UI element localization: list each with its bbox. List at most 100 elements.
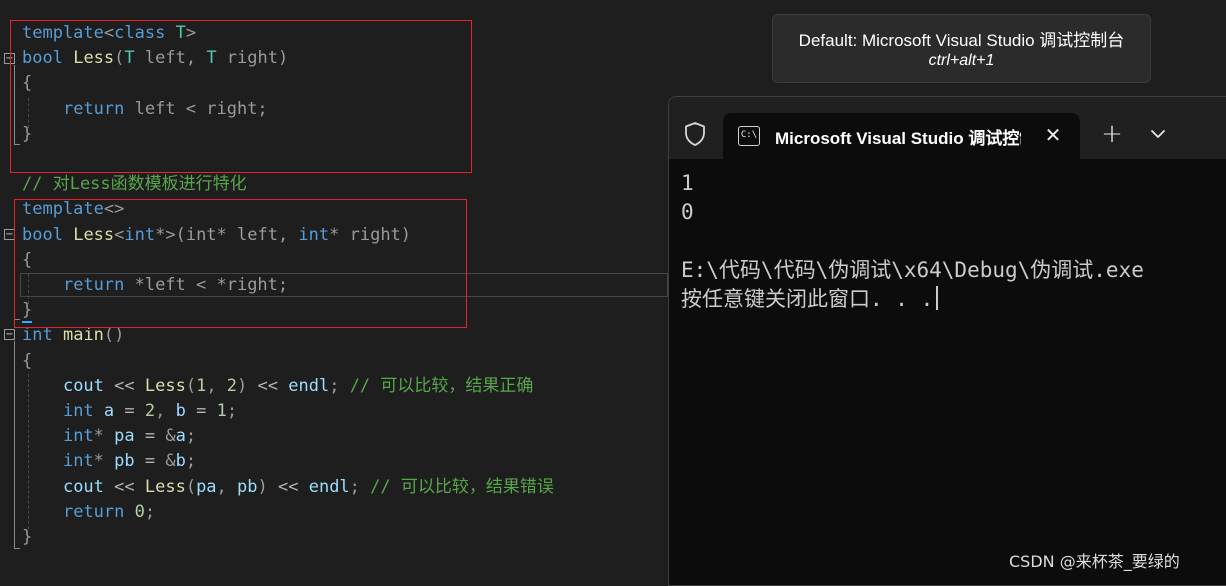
code-token: Less bbox=[144, 375, 186, 396]
tooltip-shortcut: ctrl+alt+1 bbox=[928, 52, 995, 69]
code-token: * bbox=[93, 426, 115, 447]
new-tab-button[interactable]: + bbox=[1097, 119, 1127, 149]
code-token: pa bbox=[114, 426, 135, 447]
code-token: ; bbox=[185, 426, 197, 447]
terminal-output-line: 0 bbox=[681, 200, 694, 224]
code-token: 1 bbox=[216, 401, 227, 421]
code-token: & bbox=[165, 451, 176, 472]
code-token: pa bbox=[196, 476, 217, 497]
collapse-icon[interactable]: − bbox=[4, 329, 15, 340]
code-token: endl bbox=[308, 476, 350, 497]
code-token: ; bbox=[329, 375, 350, 396]
code-token: ( bbox=[185, 476, 197, 497]
code-line[interactable]: cout << Less(1, 2) << endl; // 可以比较，结果正确 bbox=[22, 374, 533, 399]
code-token: << bbox=[267, 476, 309, 497]
terminal-cursor bbox=[936, 286, 939, 310]
watermark: CSDN @来杯茶_要绿的 bbox=[1009, 552, 1180, 571]
code-token: b bbox=[175, 451, 186, 472]
code-token: b bbox=[175, 401, 186, 421]
code-token: endl bbox=[288, 375, 330, 396]
code-token: , bbox=[206, 375, 227, 396]
code-token: int bbox=[62, 401, 94, 421]
code-token: << bbox=[247, 375, 289, 396]
code-token: main bbox=[62, 325, 104, 346]
code-line[interactable]: cout << Less(pa, pb) << endl; // 可以比较，结果… bbox=[22, 475, 554, 500]
code-token: << bbox=[103, 375, 145, 396]
code-line[interactable]: // 对Less函数模板进行特化 bbox=[22, 172, 247, 197]
code-token: pb bbox=[237, 476, 258, 497]
code-token: int bbox=[62, 451, 94, 472]
terminal-tab[interactable]: C:\ Microsoft Visual Studio 调试控制台 ✕ bbox=[723, 113, 1080, 159]
code-token: int bbox=[62, 426, 94, 447]
code-line[interactable]: } bbox=[22, 525, 32, 550]
code-token: ) bbox=[257, 476, 268, 497]
code-token: int bbox=[22, 325, 53, 346]
code-token: ; bbox=[185, 451, 197, 472]
code-token: ) bbox=[237, 375, 248, 396]
text-caret bbox=[22, 321, 32, 323]
code-token: * bbox=[93, 451, 115, 472]
code-token: 2 bbox=[144, 401, 156, 421]
code-token: , bbox=[155, 401, 176, 421]
code-line[interactable]: int* pb = &b; bbox=[22, 449, 196, 474]
code-token: a bbox=[103, 401, 115, 421]
terminal-output[interactable]: 1 0 E:\代码\代码\伪调试\x64\Debug\伪调试.exe 按任意键关闭此窗… bbox=[681, 169, 1144, 314]
code-token: // 可以比较，结果错误 bbox=[370, 476, 554, 497]
code-token: a bbox=[175, 426, 186, 447]
tab-title: Microsoft Visual Studio 调试控制台 bbox=[775, 129, 1021, 148]
code-line[interactable]: { bbox=[22, 349, 32, 374]
code-token: = bbox=[114, 401, 145, 421]
code-line[interactable]: return 0; bbox=[22, 500, 155, 525]
code-token: Less bbox=[144, 476, 186, 497]
code-token: ( bbox=[185, 375, 197, 396]
code-token: // 对Less函数模板进行特化 bbox=[22, 174, 247, 195]
code-token: = bbox=[134, 426, 166, 447]
code-token: 2 bbox=[226, 375, 238, 396]
code-token: } bbox=[22, 527, 33, 547]
code-line[interactable]: int* pa = &a; bbox=[22, 424, 196, 449]
code-editor[interactable]: − − − template<class T> bool Less(T left,… bbox=[0, 0, 668, 579]
outline-end bbox=[14, 548, 20, 549]
code-token: , bbox=[216, 476, 238, 497]
code-token: & bbox=[165, 426, 176, 447]
terminal-output-line: E:\代码\代码\伪调试\x64\Debug\伪调试.exe bbox=[681, 258, 1144, 282]
terminal-output-line: 按任意键关闭此窗口. . . bbox=[681, 285, 1144, 314]
code-token: () bbox=[103, 325, 125, 346]
code-token: ; bbox=[349, 476, 371, 497]
terminal-output-line: 1 bbox=[681, 171, 694, 195]
code-token: { bbox=[22, 350, 33, 371]
terminal-window[interactable]: C:\ Microsoft Visual Studio 调试控制台 ✕ + 1 0… bbox=[668, 96, 1226, 586]
code-token: pb bbox=[114, 451, 135, 472]
code-token: ; bbox=[144, 501, 156, 522]
tooltip-title: Default: Microsoft Visual Studio 调试控制台 bbox=[798, 31, 1125, 50]
close-icon[interactable]: ✕ bbox=[1037, 119, 1069, 151]
code-token: << bbox=[103, 476, 145, 497]
code-token: ; bbox=[226, 401, 238, 421]
annotation-box-template bbox=[10, 20, 472, 173]
terminal-tab-bar: C:\ Microsoft Visual Studio 调试控制台 ✕ + bbox=[669, 97, 1226, 159]
chevron-down-icon[interactable] bbox=[1143, 119, 1173, 149]
tooltip: Default: Microsoft Visual Studio 调试控制台 c… bbox=[772, 14, 1151, 83]
code-token: return bbox=[62, 501, 125, 522]
code-token: // 可以比较，结果正确 bbox=[349, 375, 534, 396]
console-icon: C:\ bbox=[738, 126, 760, 146]
annotation-box-specialization bbox=[14, 199, 467, 328]
code-token: cout bbox=[62, 375, 104, 396]
code-token: = bbox=[185, 401, 217, 421]
code-line[interactable]: int a = 2, b = 1; bbox=[22, 399, 237, 424]
code-token: = bbox=[134, 451, 166, 472]
outline-bar bbox=[14, 341, 15, 548]
code-token: 0 bbox=[134, 501, 145, 522]
code-token: cout bbox=[62, 476, 104, 497]
shield-icon[interactable] bbox=[683, 121, 707, 147]
